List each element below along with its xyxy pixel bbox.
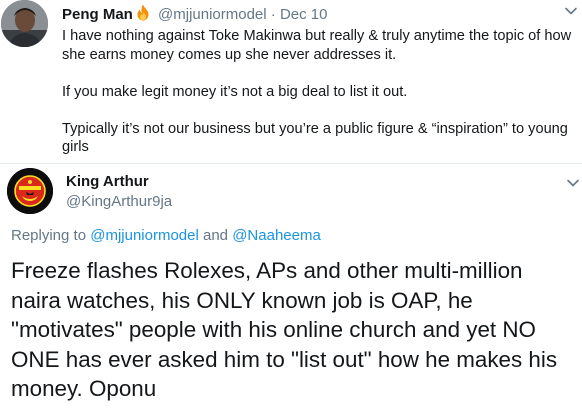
manchester-united-crest-icon [7,168,53,214]
tweet-text: I have nothing against Toke Makinwa but … [62,27,572,157]
chevron-down-icon[interactable] [564,6,578,16]
tweet-text: Freeze flashes Rolexes, APs and other mu… [11,258,558,401]
mention-link[interactable]: @mjjuniormodel [90,227,199,244]
chevron-down-icon[interactable] [566,178,580,188]
tweet-paragraph: If you make legit money it’s not a big d… [62,83,408,100]
tweet-paragraph: I have nothing against Toke Makinwa but … [62,28,572,63]
author-avatar[interactable] [7,168,53,214]
tweet-header: Peng Man @mjjuniormodel · Dec 10 [62,4,328,27]
author-handle[interactable]: @KingArthur9ja [66,192,172,212]
tweet-paragraph: Typically it’s not our business but you’… [62,120,568,156]
replying-prefix: Replying to [11,227,87,244]
avatar-photo-icon [1,0,48,47]
mention-link[interactable]: @Naaheema [232,227,321,244]
tweet-date[interactable]: Dec 10 [280,6,328,23]
author-name[interactable]: Peng Man [62,6,133,23]
tweet-divider [0,163,582,164]
replying-joiner: and [203,227,229,244]
author-avatar[interactable] [1,0,48,47]
author-handle[interactable]: @mjjuniormodel [158,6,267,23]
author-name[interactable]: King Arthur [66,172,149,192]
fire-emoji-icon [135,4,151,27]
parent-tweet[interactable]: Peng Man @mjjuniormodel · Dec 10 I have … [0,0,582,163]
header-separator: · [270,6,276,23]
replying-to: Replying to @mjjuniormodel and @Naaheema [11,226,321,246]
